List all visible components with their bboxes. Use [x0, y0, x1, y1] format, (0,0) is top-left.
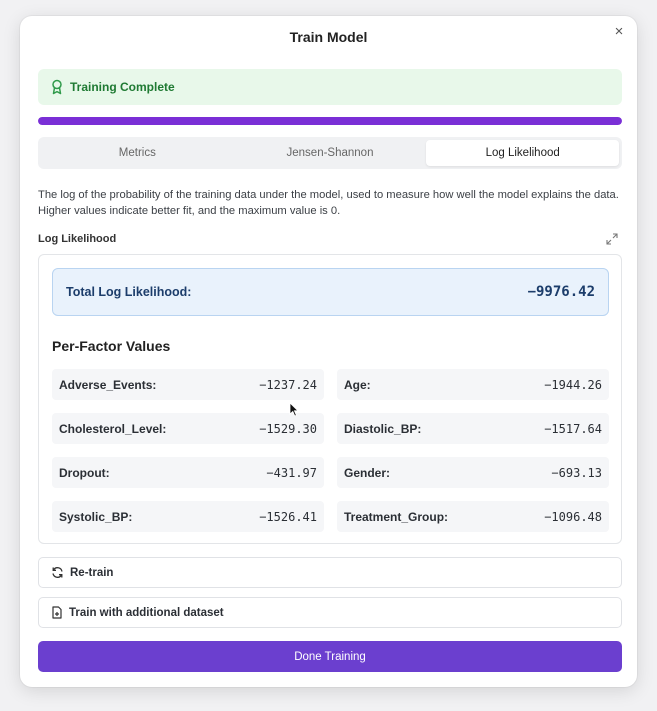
alert-text: Training Complete	[70, 80, 175, 94]
train-additional-label: Train with additional dataset	[69, 606, 224, 619]
factor-item: Age: −1944.26	[337, 369, 609, 400]
file-plus-icon	[52, 606, 62, 619]
factor-name: Diastolic_BP:	[344, 421, 422, 436]
factor-value: −693.13	[551, 465, 602, 480]
expand-icon[interactable]	[606, 233, 618, 245]
tab-jensen-shannon[interactable]: Jensen-Shannon	[234, 140, 427, 166]
total-value: −9976.42	[527, 284, 595, 300]
factor-item: Dropout: −431.97	[52, 457, 324, 488]
factor-name: Treatment_Group:	[344, 509, 449, 524]
award-icon	[52, 79, 62, 95]
factor-value: −1529.30	[259, 421, 317, 436]
factor-value: −1526.41	[259, 509, 317, 524]
retrain-button[interactable]: Re-train	[38, 557, 622, 588]
factor-item: Adverse_Events: −1237.24	[52, 369, 324, 400]
factor-name: Cholesterol_Level:	[59, 421, 167, 436]
dialog-title: Train Model	[289, 29, 368, 45]
tab-bar: Metrics Jensen-Shannon Log Likelihood	[38, 137, 622, 169]
per-factor-title: Per-Factor Values	[52, 338, 171, 354]
done-training-button[interactable]: Done Training	[38, 641, 622, 672]
per-factor-grid: Adverse_Events: −1237.24 Age: −1944.26 C…	[52, 369, 609, 532]
factor-name: Adverse_Events:	[59, 377, 157, 392]
factor-item: Systolic_BP: −1526.41	[52, 501, 324, 532]
factor-value: −1944.26	[544, 377, 602, 392]
factor-value: −1237.24	[259, 377, 317, 392]
progress-fill	[38, 117, 622, 125]
factor-name: Gender:	[344, 465, 391, 480]
factor-item: Gender: −693.13	[337, 457, 609, 488]
total-label: Total Log Likelihood:	[66, 285, 192, 299]
factor-value: −1517.64	[544, 421, 602, 436]
refresh-icon	[52, 567, 63, 578]
tab-description: The log of the probability of the traini…	[38, 189, 619, 217]
section-label: Log Likelihood	[38, 233, 117, 245]
factor-name: Systolic_BP:	[59, 509, 133, 524]
factor-name: Dropout:	[59, 465, 110, 480]
train-model-dialog: × Train Model Training Complete Metrics …	[20, 16, 637, 687]
retrain-label: Re-train	[70, 566, 114, 579]
factor-value: −1096.48	[544, 509, 602, 524]
factor-name: Age:	[344, 377, 371, 392]
training-progress-bar	[38, 117, 622, 125]
train-additional-dataset-button[interactable]: Train with additional dataset	[38, 597, 622, 628]
success-alert: Training Complete	[38, 69, 622, 105]
factor-item: Diastolic_BP: −1517.64	[337, 413, 609, 444]
mouse-cursor-icon	[289, 402, 299, 417]
tab-metrics[interactable]: Metrics	[41, 140, 234, 166]
tab-log-likelihood[interactable]: Log Likelihood	[426, 140, 620, 166]
log-likelihood-card: Total Log Likelihood: −9976.42 Per-Facto…	[38, 254, 622, 544]
factor-value: −431.97	[266, 465, 317, 480]
factor-item: Cholesterol_Level: −1529.30	[52, 413, 324, 444]
factor-item: Treatment_Group: −1096.48	[337, 501, 609, 532]
total-log-likelihood: Total Log Likelihood: −9976.42	[52, 268, 609, 316]
